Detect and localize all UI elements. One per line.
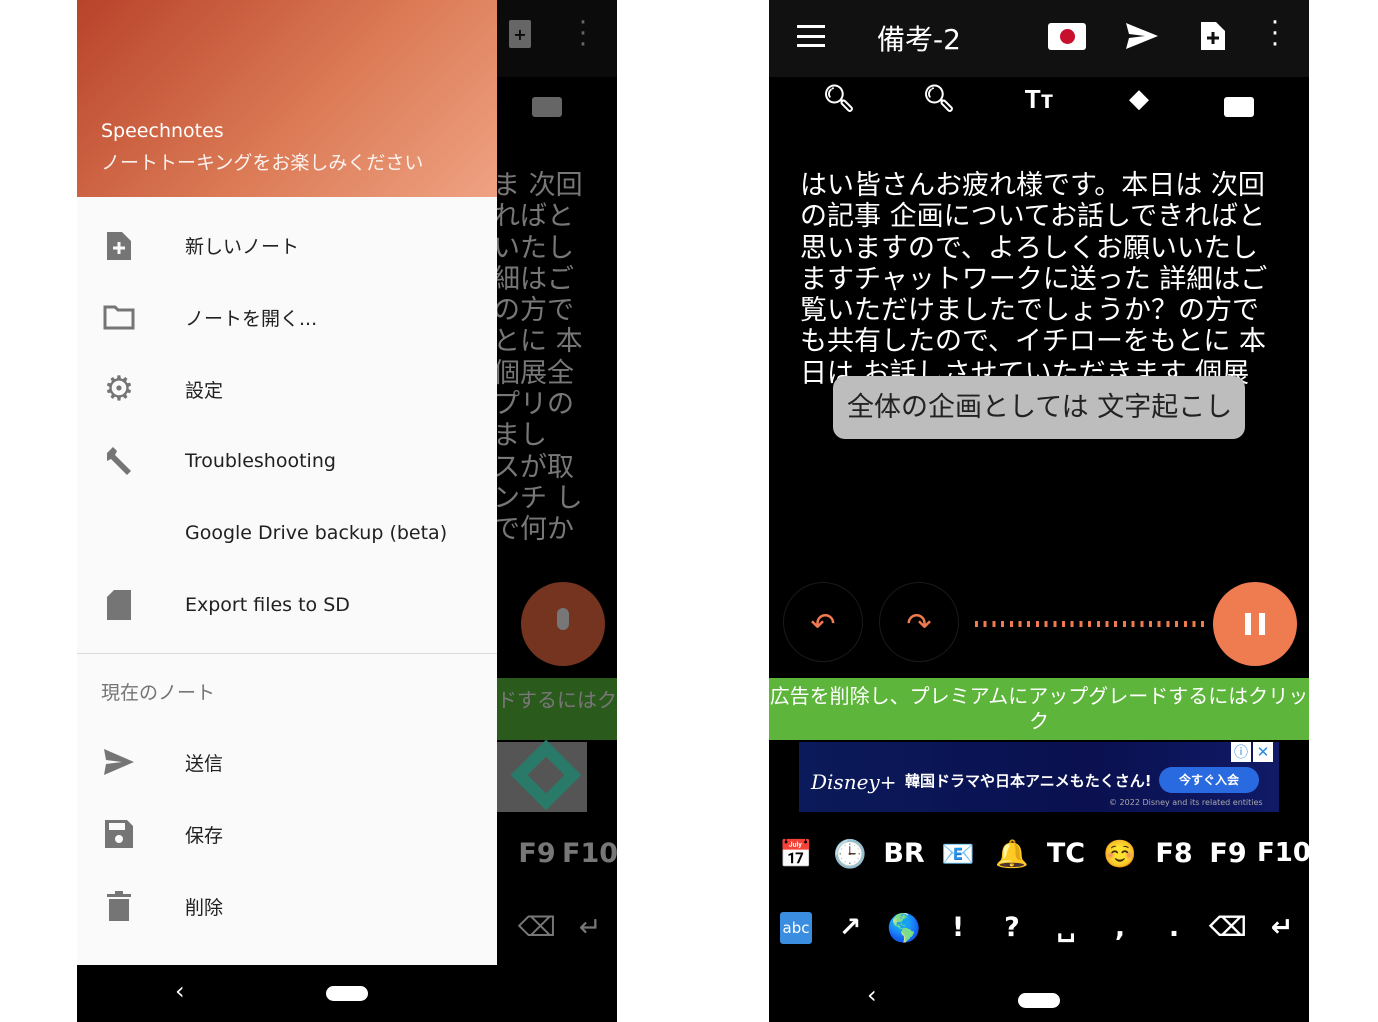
note-add-icon <box>103 229 135 261</box>
app-bar: 備考-2 · · · <box>769 0 1309 77</box>
more-icon[interactable]: · · · <box>1269 10 1281 58</box>
bg-text-line: 個展全 <box>493 357 574 389</box>
home-button[interactable] <box>326 986 368 1001</box>
note-text[interactable]: はい皆さんお疲れ様です。本日は 次回の記事 企画についてお話しできればと思います… <box>800 170 1280 388</box>
menu-icon[interactable] <box>797 25 825 47</box>
send-icon <box>103 746 135 778</box>
ad-brand: Disney+ <box>811 770 897 794</box>
bg-text-line: ればと <box>493 201 574 233</box>
back-icon[interactable]: ‹ <box>867 981 877 1009</box>
bg-text-line: で何か <box>493 514 574 546</box>
ad-copyright: © 2022 Disney and its related entities <box>1109 798 1263 807</box>
key-9[interactable]: ↵ <box>1257 912 1307 943</box>
key-4[interactable]: ? <box>987 912 1037 943</box>
sd-card-icon <box>103 589 135 621</box>
note-title[interactable]: 備考-2 <box>877 18 961 58</box>
bg-text-line: ま 次回 <box>493 170 583 201</box>
interim-transcript: 全体の企画としては 文字起こし <box>833 376 1245 439</box>
key-f9[interactable]: F9 <box>512 838 562 869</box>
key-7[interactable]: F8 <box>1149 838 1199 869</box>
tagline: ノートトーキングをお楽しみください <box>101 152 424 174</box>
key-f10[interactable]: F10 <box>562 838 617 869</box>
more-icon: · · · <box>578 8 588 60</box>
bg-banner-text: ドするにはク <box>497 688 617 712</box>
key-0[interactable]: 📅 <box>771 838 821 870</box>
key-3[interactable]: 📧 <box>933 838 983 870</box>
divider <box>77 653 497 654</box>
keyboard-icon <box>532 97 562 117</box>
text-size-icon[interactable]: Tт <box>1019 84 1059 128</box>
note-add-icon: + <box>509 20 531 48</box>
dimmed-background[interactable]: + · · · ま 次回 ればと いたし 細はご の方で とに 本個展全 プリの まし スが取 ンチ … <box>493 0 617 965</box>
key-5[interactable]: TC <box>1041 838 1091 869</box>
gear-icon: ⚙ <box>103 369 135 409</box>
menu-delete[interactable]: 削除 <box>77 870 497 942</box>
system-nav-bar: ‹ <box>769 975 1309 1022</box>
ad-info-icon[interactable]: ⓘ <box>1231 742 1251 762</box>
back-icon[interactable]: ‹ <box>175 977 185 1005</box>
bg-text-line: 細はご <box>493 263 574 295</box>
mic-button[interactable] <box>521 582 605 666</box>
bg-text-line: とに 本 <box>493 326 583 358</box>
language-flag-icon[interactable] <box>1048 23 1086 50</box>
left-screen: + · · · ま 次回 ればと いたし 細はご の方で とに 本個展全 プリの まし スが取 ンチ … <box>77 0 617 1022</box>
system-nav-bar: ‹ <box>77 965 617 1022</box>
ad-banner[interactable]: Disney+ 韓国ドラマや日本アニメもたくさん! 今すぐ入会 © 2022 D… <box>799 742 1279 812</box>
ad-cta-button[interactable]: 今すぐ入会 <box>1159 767 1259 793</box>
menu-export-sd[interactable]: Export files to SD <box>77 569 497 641</box>
right-screen: 備考-2 · · · 🔍︎ 🔍︎ Tт ◆ はい皆さんお疲れ様です。本日は 次回の記… <box>769 0 1309 1022</box>
enter-icon[interactable]: ↵ <box>565 912 615 943</box>
menu-drive-backup[interactable]: Google Drive backup (beta) <box>77 497 497 569</box>
home-button[interactable] <box>1018 993 1060 1008</box>
key-1[interactable]: ↗ <box>825 912 875 943</box>
keyboard-icon[interactable] <box>1224 97 1254 117</box>
menu-save[interactable]: 保存 <box>77 798 497 870</box>
key-5[interactable]: ␣ <box>1041 912 1091 943</box>
menu-settings[interactable]: ⚙ 設定 <box>77 353 497 425</box>
ad-close-icon[interactable]: ✕ <box>1253 742 1273 762</box>
menu-new-note[interactable]: 新しいノート <box>77 209 497 281</box>
key-4[interactable]: 🔔 <box>987 838 1037 870</box>
ad-headline: 韓国ドラマや日本アニメもたくさん! <box>905 772 1152 790</box>
key-8[interactable]: F9 <box>1203 838 1253 869</box>
zoom-out-icon[interactable]: 🔍︎ <box>819 84 859 128</box>
bg-text-line: プリの <box>493 389 574 421</box>
key-0[interactable]: abc <box>780 912 812 944</box>
wrench-icon <box>103 445 135 477</box>
key-6[interactable]: , <box>1095 912 1145 943</box>
section-label: 現在のノート <box>101 682 216 704</box>
audio-level-meter <box>975 621 1205 627</box>
key-7[interactable]: . <box>1149 912 1199 943</box>
backspace-icon[interactable]: ⌫ <box>512 912 562 943</box>
send-icon[interactable] <box>1125 22 1159 54</box>
undo-button[interactable]: ↶ <box>783 582 863 662</box>
bg-text-line: まし <box>493 420 547 452</box>
menu-send[interactable]: 送信 <box>77 726 497 798</box>
fill-color-icon[interactable]: ◆ <box>1119 84 1159 128</box>
pause-button[interactable] <box>1213 582 1297 666</box>
folder-icon <box>103 301 135 333</box>
app-name: Speechnotes <box>101 120 224 142</box>
upgrade-banner[interactable]: 広告を削除し、プレミアムにアップグレードするにはクリック <box>769 678 1309 740</box>
key-1[interactable]: 🕒 <box>825 838 875 870</box>
menu-troubleshooting[interactable]: Troubleshooting <box>77 425 497 497</box>
zoom-in-icon[interactable]: 🔍︎ <box>919 84 959 128</box>
key-3[interactable]: ! <box>933 912 983 943</box>
key-2[interactable]: 🌎 <box>879 912 929 944</box>
key-2[interactable]: BR <box>879 838 929 869</box>
bg-text-line: の方で <box>493 295 574 327</box>
key-8[interactable]: ⌫ <box>1203 912 1253 943</box>
navigation-drawer: Speechnotes ノートトーキングをお楽しみください 新しいノート ノート… <box>77 0 497 965</box>
menu-open-note[interactable]: ノートを開く... <box>77 281 497 353</box>
redo-button[interactable]: ↷ <box>879 582 959 662</box>
trash-icon <box>103 890 135 922</box>
key-6[interactable]: ☺️ <box>1095 838 1145 870</box>
save-icon <box>103 818 135 850</box>
bg-text-line: ンチ し <box>493 482 583 514</box>
note-add-icon[interactable] <box>1201 20 1225 54</box>
key-9[interactable]: F10 <box>1257 838 1309 868</box>
drawer-header: Speechnotes ノートトーキングをお楽しみください <box>77 0 497 197</box>
bg-text-line: スが取 <box>493 451 574 483</box>
bg-text-line: いたし <box>493 232 574 264</box>
